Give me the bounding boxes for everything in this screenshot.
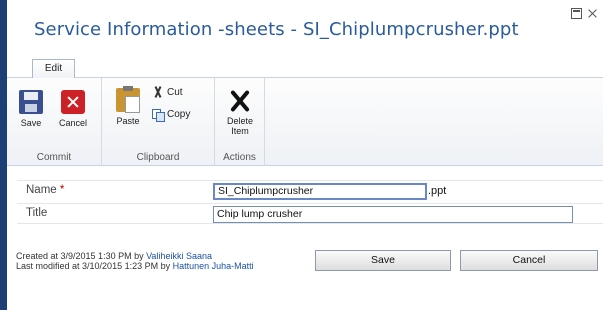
delete-label-line1: Delete — [226, 116, 253, 126]
dialog-title: Service Information -sheets - SI_Chiplum… — [34, 19, 519, 40]
form-row-title: Title Chip lump crusher — [17, 203, 603, 224]
ribbon: Save Cancel Commit Paste Cut Copy Clipbo… — [7, 78, 603, 166]
cancel-icon — [61, 90, 85, 114]
cut-label: Cut — [167, 86, 183, 98]
commit-group-label: Commit — [36, 152, 72, 163]
delete-x-icon — [228, 88, 252, 112]
form-row-name: Name * SI_Chiplumpcrusher .ppt — [17, 180, 603, 201]
paste-button[interactable]: Paste — [110, 86, 146, 126]
copy-button[interactable]: Copy — [152, 109, 191, 122]
created-prefix: Created at 3/9/2015 1:30 PM by — [16, 251, 147, 261]
cut-button[interactable]: Cut — [152, 86, 183, 98]
actions-group: Delete Item Actions — [215, 78, 265, 166]
paste-icon — [116, 86, 140, 113]
window-controls — [571, 8, 598, 19]
save-icon — [19, 90, 43, 114]
copy-label: Copy — [167, 109, 191, 120]
clipboard-group-label: Clipboard — [136, 152, 180, 163]
save-button[interactable]: Save — [315, 250, 451, 271]
required-marker: * — [59, 184, 65, 196]
ribbon-cancel-label: Cancel — [58, 118, 87, 128]
commit-group: Save Cancel Commit — [7, 78, 102, 166]
tab-edit[interactable]: Edit — [32, 59, 75, 79]
scissors-icon — [152, 86, 164, 98]
modified-by-link[interactable]: Hattunen Juha-Matti — [173, 261, 254, 271]
clipboard-group: Paste Cut Copy Clipboard — [102, 78, 215, 166]
created-by-link[interactable]: Valiheikki Saana — [146, 251, 212, 261]
name-label-text: Name — [26, 184, 57, 196]
modified-line: Last modified at 3/10/2015 1:23 PM by Ha… — [16, 261, 254, 271]
ribbon-save-label: Save — [20, 118, 42, 128]
ribbon-save-button[interactable]: Save — [16, 90, 46, 128]
cancel-button[interactable]: Cancel — [460, 250, 598, 271]
name-label: Name * — [26, 184, 64, 196]
title-label: Title — [26, 207, 48, 219]
actions-group-label: Actions — [223, 152, 256, 163]
ribbon-tab-strip: Edit — [7, 56, 603, 79]
title-input[interactable]: Chip lump crusher — [213, 206, 573, 223]
modified-prefix: Last modified at 3/10/2015 1:23 PM by — [16, 261, 173, 271]
dialog-title-bar: Service Information -sheets - SI_Chiplum… — [7, 0, 603, 56]
version-info: Created at 3/9/2015 1:30 PM by Valiheikk… — [16, 251, 254, 271]
name-input[interactable]: SI_Chiplumpcrusher — [213, 183, 427, 200]
delete-item-button[interactable]: Delete Item — [222, 88, 258, 136]
file-extension: .ppt — [428, 185, 447, 197]
restore-icon[interactable] — [571, 8, 582, 19]
close-icon[interactable] — [587, 8, 598, 19]
created-line: Created at 3/9/2015 1:30 PM by Valiheikk… — [16, 251, 254, 261]
paste-label: Paste — [116, 116, 140, 126]
delete-label-line2: Item — [231, 126, 249, 136]
copy-icon — [152, 109, 165, 122]
ribbon-cancel-button[interactable]: Cancel — [53, 90, 93, 128]
